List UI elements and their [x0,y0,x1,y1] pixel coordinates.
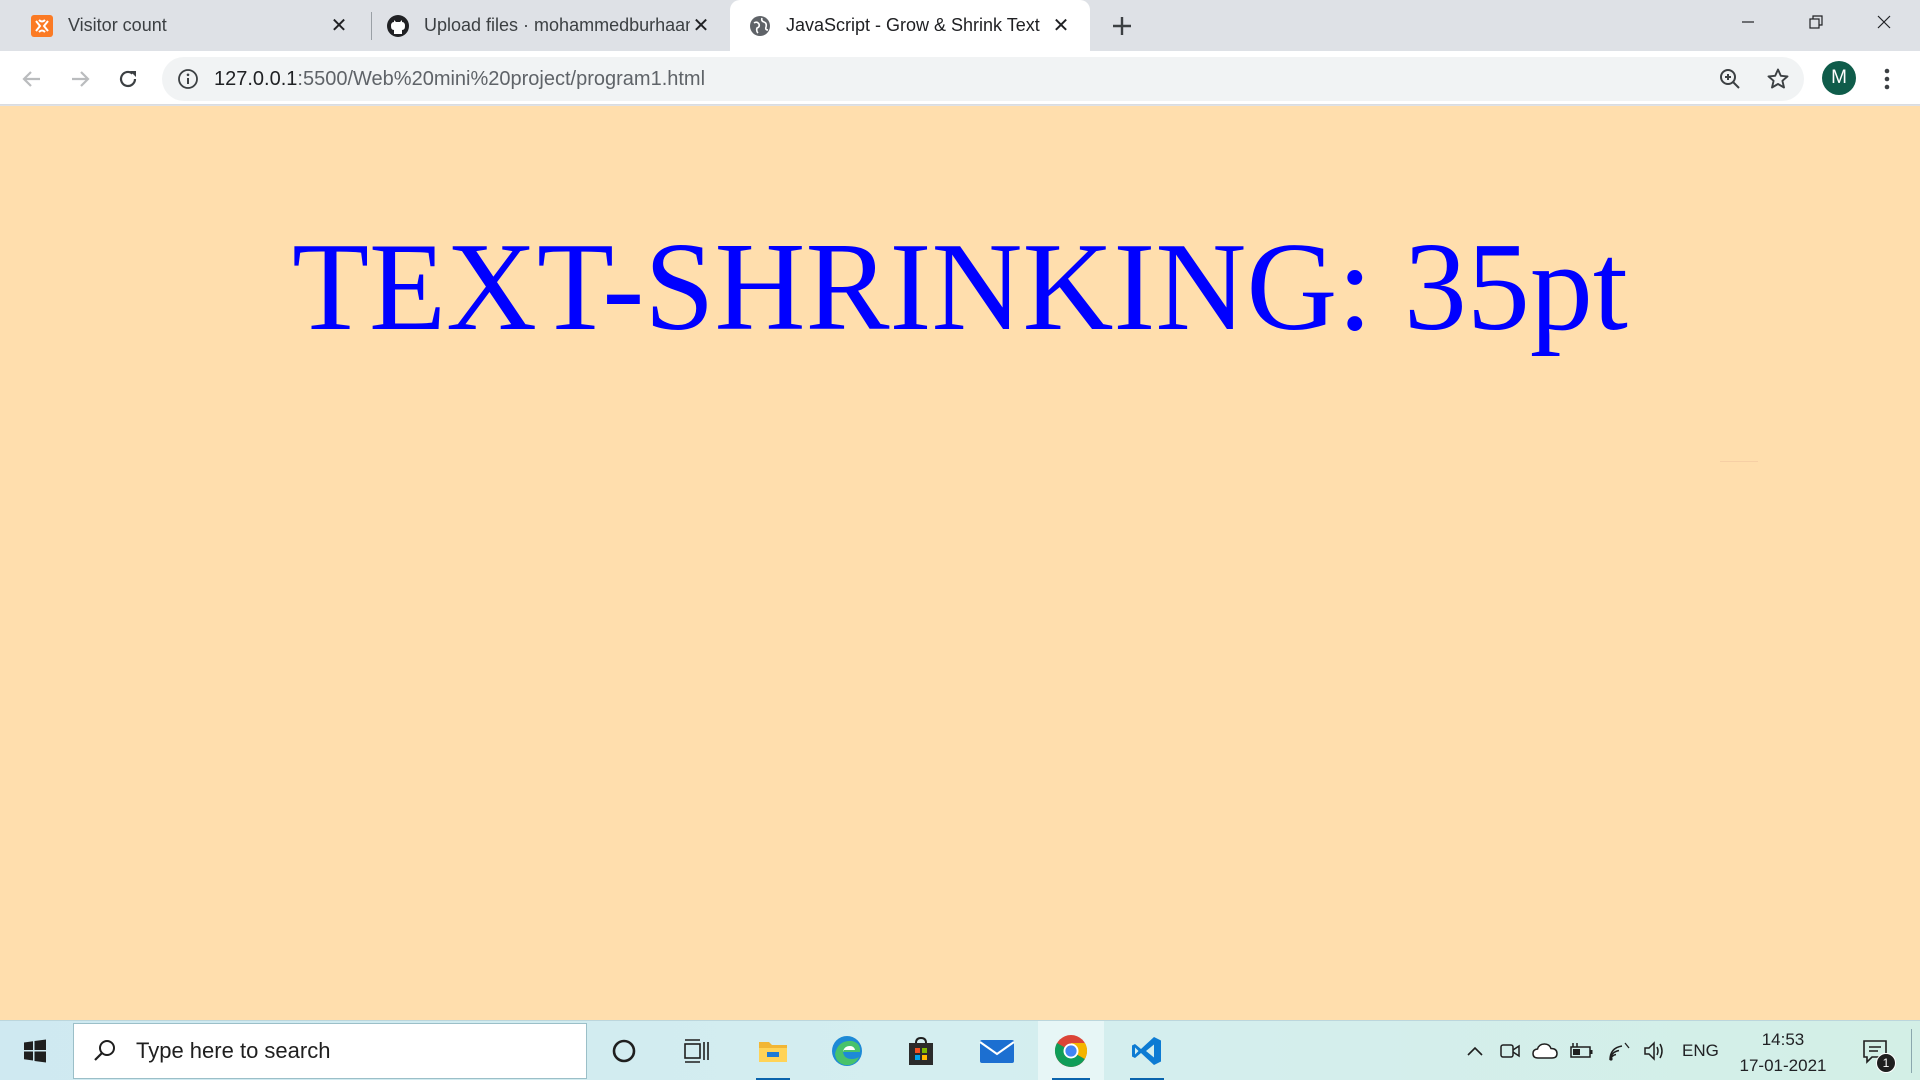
action-center-button[interactable]: 1 [1850,1021,1900,1080]
chrome-icon [1054,1035,1088,1067]
file-explorer-button[interactable] [742,1021,804,1080]
restore-button[interactable] [1782,0,1850,44]
browser-menu-button[interactable] [1872,61,1902,97]
reload-icon [119,70,137,88]
arrow-right-icon [72,71,90,87]
info-icon[interactable] [176,67,200,91]
profile-avatar[interactable]: M [1822,61,1856,95]
show-desktop-button[interactable] [1911,1029,1912,1073]
zoom-icon[interactable] [1718,67,1742,91]
new-tab-button[interactable] [1106,10,1138,42]
close-tab-icon[interactable]: ✕ [1050,15,1072,37]
cortana-button[interactable] [594,1021,654,1080]
clock-date: 17-01-2021 [1739,1056,1827,1075]
reload-button[interactable] [110,61,146,97]
bookmark-star-icon[interactable] [1766,67,1790,91]
tab-visitor-count[interactable]: Visitor count ✕ [0,0,368,51]
store-button[interactable] [890,1021,952,1080]
arrow-left-icon [22,71,40,87]
meet-now-button[interactable] [1496,1021,1524,1080]
volume-button[interactable] [1640,1021,1670,1080]
taskbar-search-box[interactable]: Type here to search [73,1023,587,1079]
edge-icon [832,1036,862,1066]
more-vertical-icon [1884,68,1890,90]
wifi-icon [1609,1042,1630,1061]
cloud-icon [1532,1043,1558,1059]
back-button[interactable] [14,61,50,97]
url-host: 127.0.0.1 [214,68,298,90]
divider [1720,461,1758,462]
speaker-icon [1644,1041,1663,1061]
vscode-icon [1132,1037,1161,1065]
chevron-up-icon [1467,1046,1483,1056]
minimize-button[interactable] [1714,0,1782,44]
notification-count-badge: 1 [1876,1053,1896,1073]
windows-taskbar: Type here to search ENG 14:53 17-01-2021… [0,1020,1920,1080]
onedrive-button[interactable] [1530,1021,1560,1080]
xampp-icon [30,14,54,38]
vscode-button[interactable] [1116,1021,1178,1080]
plus-icon [1113,17,1131,35]
search-icon [74,1023,136,1079]
show-hidden-icons-button[interactable] [1460,1021,1490,1080]
github-icon [386,14,410,38]
tab-title: JavaScript - Grow & Shrink Text [786,15,1040,35]
restore-icon [1809,15,1823,29]
battery-icon [1570,1043,1593,1058]
url-path: :5500/Web%20mini%20project/program1.html [297,68,706,90]
mail-icon [979,1040,1015,1063]
search-placeholder: Type here to search [136,1038,331,1063]
network-button[interactable] [1604,1021,1634,1080]
browser-toolbar: 127.0.0.1:5500/Web%20mini%20project/prog… [0,51,1920,105]
shrinking-text-heading: TEXT-SHRINKING: 35pt [292,218,1628,357]
page-content: TEXT-SHRINKING: 35pt [0,106,1920,1020]
battery-button[interactable] [1566,1021,1596,1080]
close-icon [1877,15,1891,29]
store-icon [909,1036,933,1065]
address-bar[interactable]: 127.0.0.1:5500/Web%20mini%20project/prog… [162,57,1804,101]
task-view-icon [684,1039,709,1063]
forward-button[interactable] [62,61,98,97]
close-tab-icon[interactable]: ✕ [690,15,712,37]
mail-button[interactable] [966,1021,1028,1080]
clock[interactable]: 14:53 17-01-2021 [1730,1027,1836,1079]
close-tab-icon[interactable]: ✕ [328,15,350,37]
cortana-icon [612,1039,636,1063]
windows-logo-icon [24,1039,46,1063]
globe-icon [748,14,772,38]
file-explorer-icon [759,1042,787,1062]
chrome-button[interactable] [1038,1021,1104,1080]
minimize-icon [1742,21,1754,23]
tab-title: Upload files · mohammedburhaan [424,15,690,35]
tab-title: Visitor count [68,15,167,35]
tab-grow-shrink-text[interactable]: JavaScript - Grow & Shrink Text ✕ [730,0,1090,51]
clock-time: 14:53 [1761,1030,1805,1049]
input-language[interactable]: ENG [1682,1021,1719,1080]
start-button[interactable] [0,1021,70,1080]
tab-upload-files[interactable]: Upload files · mohammedburhaan ✕ [372,0,730,51]
edge-button[interactable] [816,1021,878,1080]
tab-strip: Visitor count ✕ Upload files · mohammedb… [0,0,1920,51]
url-text[interactable]: 127.0.0.1:5500/Web%20mini%20project/prog… [214,57,705,101]
task-view-button[interactable] [666,1021,726,1080]
meet-now-icon [1500,1044,1520,1058]
close-window-button[interactable] [1850,0,1918,44]
